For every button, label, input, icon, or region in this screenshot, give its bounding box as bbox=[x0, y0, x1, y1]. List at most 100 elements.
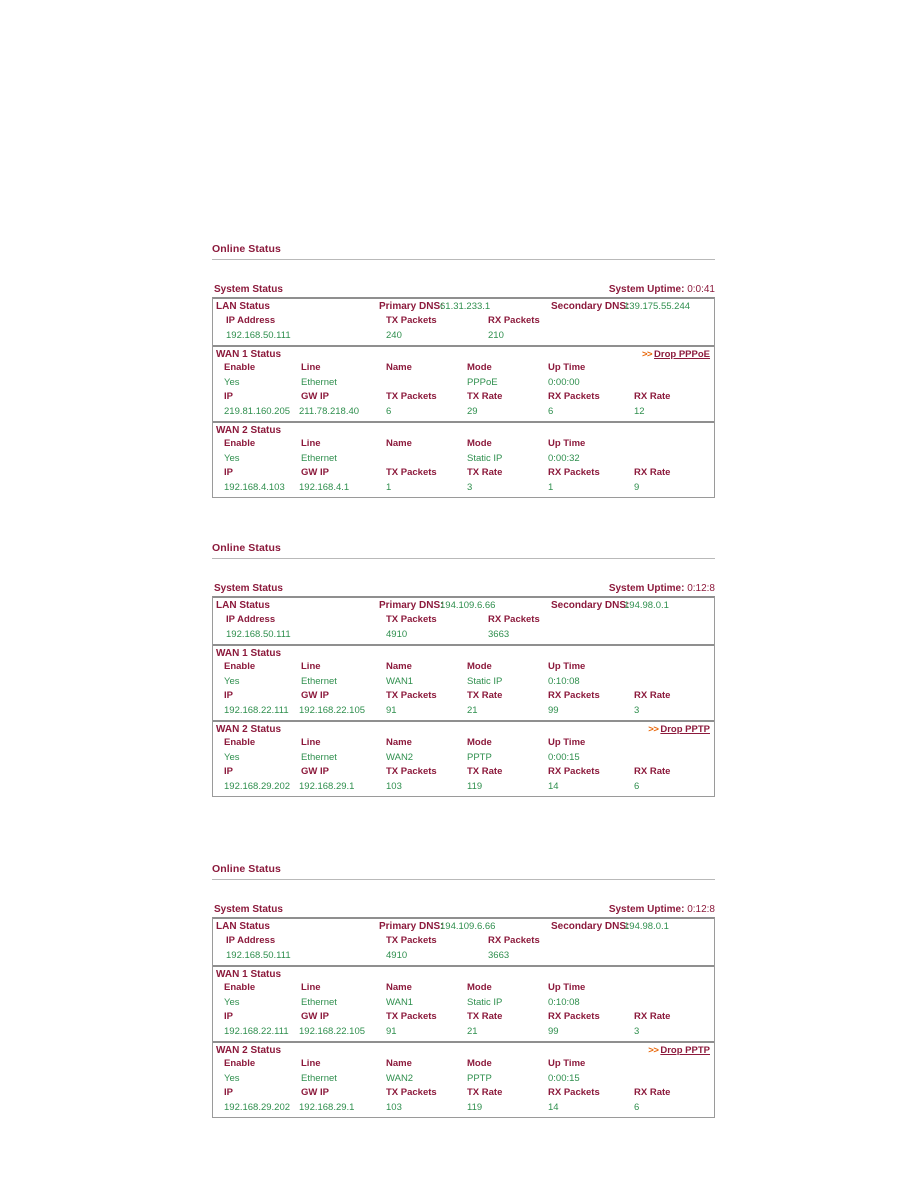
wan1-status-section-line-value: Ethernet bbox=[301, 996, 337, 1008]
wan2-status-section-rx-rate-value: 6 bbox=[634, 1101, 640, 1113]
page-title: Online Status bbox=[212, 542, 281, 554]
secondary-dns-value: 139.175.55.244 bbox=[624, 301, 691, 312]
col-header-lan-rx-packets: RX Packets bbox=[488, 935, 540, 946]
col-header-tx-rate: TX Rate bbox=[467, 467, 503, 478]
wan1-status-section-header: WAN 1 Status bbox=[213, 967, 714, 981]
wan2-status-section-mode-value: Static IP bbox=[467, 452, 503, 464]
col-header-lan-rx-packets: RX Packets bbox=[488, 614, 540, 625]
wan1-status-section-line-value: Ethernet bbox=[301, 376, 337, 388]
wan1-status-section-header: WAN 1 Status bbox=[213, 646, 714, 660]
col-header-tx-packets: TX Packets bbox=[386, 391, 437, 402]
col-header-up-time: Up Time bbox=[548, 362, 586, 373]
wan1-status-section-drop-link[interactable]: >> Drop PPPoE bbox=[642, 349, 710, 360]
wan2-status-section-enable-value: Yes bbox=[224, 452, 240, 464]
wan1-status-section-mode-value: Static IP bbox=[467, 675, 503, 687]
wan1-status-section-up-time-value: 0:10:08 bbox=[548, 996, 580, 1008]
wan2-status-section-tx-packets-value: 103 bbox=[386, 780, 402, 792]
wan2-status-section-gw-ip-value: 192.168.29.1 bbox=[299, 780, 355, 792]
wan1-status-section-gw-ip-value: 211.78.218.40 bbox=[299, 405, 360, 417]
wan2-status-section: WAN 2 Status >> Drop PPTP Enable Line Name Mod… bbox=[213, 1043, 714, 1117]
col-header-gw-ip: GW IP bbox=[301, 1011, 329, 1022]
drop-link-arrows-icon: >> bbox=[648, 724, 659, 735]
col-header-up-time: Up Time bbox=[548, 661, 586, 672]
system-status-label: System Status bbox=[214, 904, 283, 915]
lan-ip-address-value: 192.168.50.111 bbox=[226, 949, 291, 961]
wan1-status-section-rx-rate-value: 12 bbox=[634, 405, 645, 417]
wan2-status-section-gw-ip-value: 192.168.4.1 bbox=[299, 481, 350, 493]
wan1-status-section-rx-packets-value: 6 bbox=[548, 405, 554, 417]
wan2-status-section-rx-packets-value: 1 bbox=[548, 481, 554, 493]
wan2-status-section-grid: Enable Line Name Mode Up Time Yes Ethernet WAN2… bbox=[213, 736, 714, 796]
wan2-status-section-drop-link-label[interactable]: Drop PPTP bbox=[660, 724, 710, 735]
table-row: Yes Ethernet WAN2 PPTP 0:00:15 bbox=[213, 1072, 714, 1087]
table-row: IP GW IP TX Packets TX Rate RX Packets RX Rat… bbox=[213, 765, 714, 780]
wan2-status-section-rx-rate-value: 9 bbox=[634, 481, 640, 493]
wan2-status-section-drop-link[interactable]: >> Drop PPTP bbox=[648, 1045, 710, 1056]
col-header-mode: Mode bbox=[467, 1058, 492, 1069]
system-status-header: System Status System Uptime: 0:12:8 bbox=[212, 904, 715, 917]
col-header-tx-rate: TX Rate bbox=[467, 1087, 503, 1098]
col-header-tx-packets: TX Packets bbox=[386, 467, 437, 478]
col-header-mode: Mode bbox=[467, 982, 492, 993]
col-header-ip: IP bbox=[224, 766, 233, 777]
lan-ip-address-value: 192.168.50.111 bbox=[226, 329, 291, 341]
system-status-label: System Status bbox=[214, 284, 283, 295]
wan2-status-section-tx-packets-value: 103 bbox=[386, 1101, 402, 1113]
wan1-status-section-mode-value: Static IP bbox=[467, 996, 503, 1008]
wan2-status-section-line-value: Ethernet bbox=[301, 751, 337, 763]
col-header-lan-tx-packets: TX Packets bbox=[386, 614, 437, 625]
wan1-status-section-gw-ip-value: 192.168.22.105 bbox=[299, 704, 366, 716]
primary-dns-label: Primary DNS: bbox=[379, 301, 444, 312]
wan2-status-section-grid: Enable Line Name Mode Up Time Yes Ethernet Stat… bbox=[213, 437, 714, 497]
wan1-status-section-rx-packets-value: 99 bbox=[548, 704, 559, 716]
wan2-status-section-rx-packets-value: 14 bbox=[548, 780, 559, 792]
col-header-enable: Enable bbox=[224, 737, 256, 748]
primary-dns-value: 61.31.233.1 bbox=[440, 301, 491, 312]
wan1-status-section-title: WAN 1 Status bbox=[216, 648, 282, 659]
col-header-name: Name bbox=[386, 737, 412, 748]
col-header-mode: Mode bbox=[467, 438, 492, 449]
lan-rx-packets-value: 3663 bbox=[488, 949, 510, 961]
table-row: Yes Ethernet PPPoE 0:00:00 bbox=[213, 376, 714, 391]
wan2-status-section-name-value: WAN2 bbox=[386, 751, 414, 763]
status-table: LAN Status Primary DNS: 61.31.233.1 Seconda… bbox=[212, 297, 715, 498]
wan1-status-section-rx-rate-value: 3 bbox=[634, 1025, 640, 1037]
wan1-status-section-grid: Enable Line Name Mode Up Time Yes Ethernet WAN1… bbox=[213, 660, 714, 720]
lan-grid: IP Address TX Packets RX Packets 192.168.50… bbox=[213, 934, 714, 965]
wan1-status-section-name-value: WAN1 bbox=[386, 996, 414, 1008]
wan1-status-section-ip-value: 192.168.22.111 bbox=[224, 704, 289, 716]
col-header-line: Line bbox=[301, 1058, 321, 1069]
lan-status-section: LAN Status Primary DNS: 61.31.233.1 Seconda… bbox=[213, 299, 714, 347]
wan2-status-section-rx-rate-value: 6 bbox=[634, 780, 640, 792]
wan2-status-section-ip-value: 192.168.29.202 bbox=[224, 780, 291, 792]
wan1-status-section-line-value: Ethernet bbox=[301, 675, 337, 687]
col-header-gw-ip: GW IP bbox=[301, 690, 329, 701]
wan1-status-section: WAN 1 Status Enable Line Name Mode Up Time Yes… bbox=[213, 967, 714, 1043]
table-row: 192.168.50.111 4910 3663 bbox=[213, 949, 714, 964]
col-header-up-time: Up Time bbox=[548, 438, 586, 449]
wan2-status-section-up-time-value: 0:00:15 bbox=[548, 1072, 580, 1084]
lan-rx-packets-value: 3663 bbox=[488, 628, 510, 640]
col-header-enable: Enable bbox=[224, 661, 256, 672]
col-header-name: Name bbox=[386, 661, 412, 672]
wan1-status-section-drop-link-label[interactable]: Drop PPPoE bbox=[654, 349, 710, 360]
table-row: 192.168.4.103 192.168.4.1 1 3 1 9 bbox=[213, 481, 714, 496]
system-uptime-value: 0:12:8 bbox=[687, 583, 715, 594]
secondary-dns-value: 194.98.0.1 bbox=[624, 921, 669, 932]
wan1-status-section-enable-value: Yes bbox=[224, 376, 240, 388]
col-header-mode: Mode bbox=[467, 737, 492, 748]
col-header-line: Line bbox=[301, 661, 321, 672]
col-header-enable: Enable bbox=[224, 1058, 256, 1069]
table-row: 192.168.50.111 240 210 bbox=[213, 329, 714, 344]
wan1-status-section-up-time-value: 0:00:00 bbox=[548, 376, 580, 388]
col-header-lan-tx-packets: TX Packets bbox=[386, 935, 437, 946]
table-row: Yes Ethernet WAN1 Static IP 0:10:08 bbox=[213, 996, 714, 1011]
primary-dns-label: Primary DNS: bbox=[379, 600, 444, 611]
wan1-status-section-tx-rate-value: 29 bbox=[467, 405, 478, 417]
wan2-status-section-drop-link-label[interactable]: Drop PPTP bbox=[660, 1045, 710, 1056]
col-header-line: Line bbox=[301, 982, 321, 993]
wan1-status-section-title: WAN 1 Status bbox=[216, 349, 282, 360]
wan2-status-section-drop-link[interactable]: >> Drop PPTP bbox=[648, 724, 710, 735]
